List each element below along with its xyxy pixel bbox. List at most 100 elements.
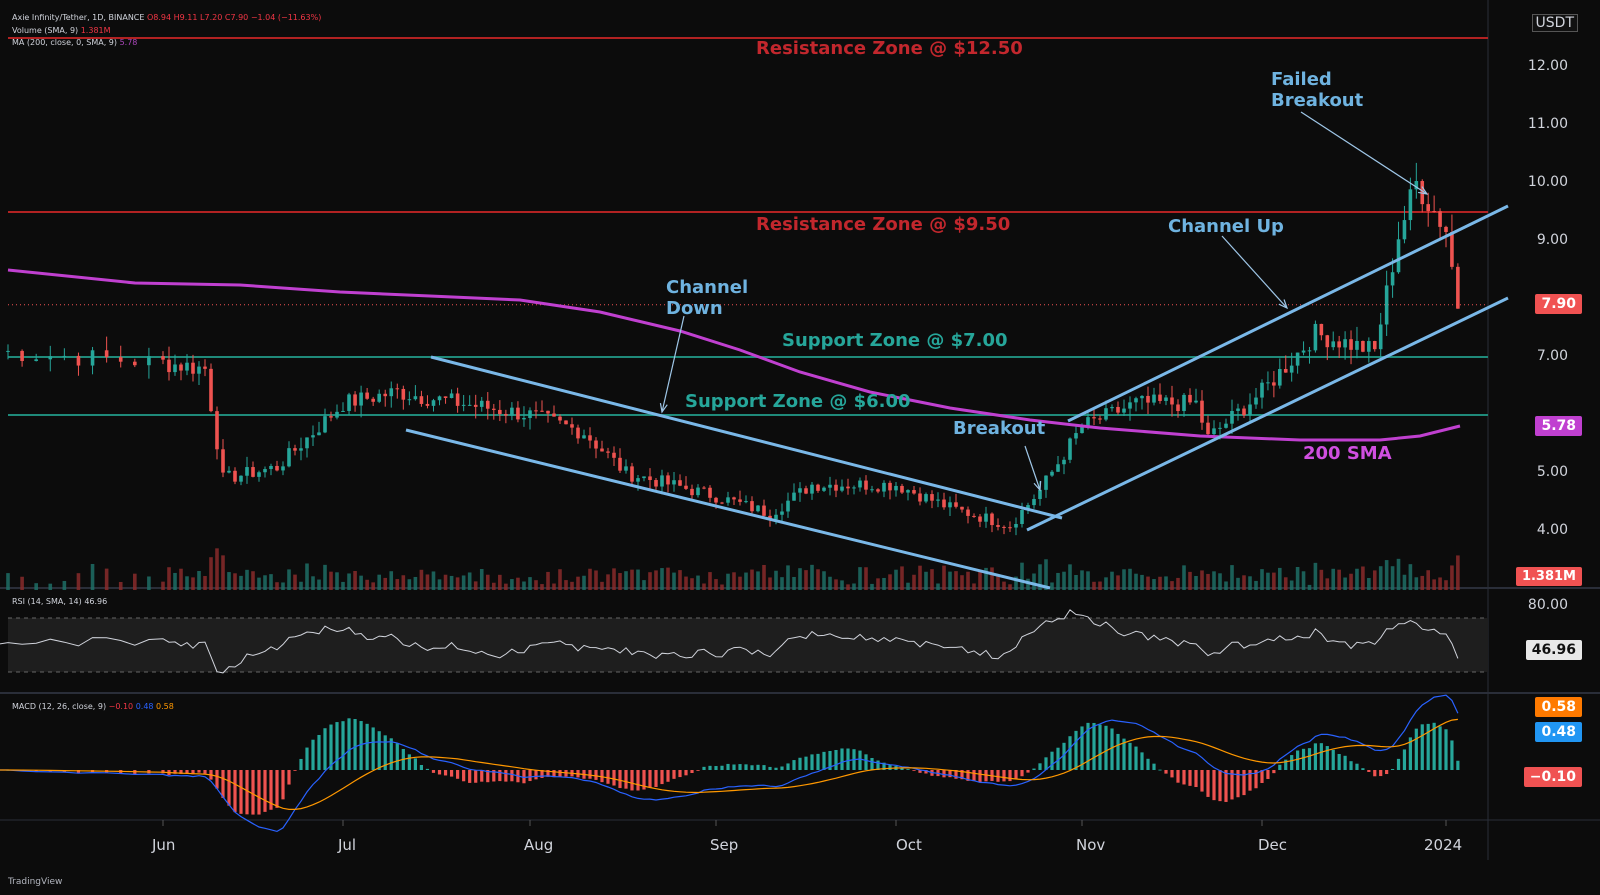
macd-legend-label: MACD (12, 26, close, 9) — [12, 702, 107, 711]
candle-body — [197, 366, 201, 374]
volume-bar — [492, 582, 496, 590]
candle-body — [672, 480, 676, 485]
macd-histogram-bar — [1396, 758, 1401, 770]
macd-histogram-bar — [245, 770, 249, 815]
macd-histogram-bar — [299, 758, 303, 770]
volume-bar — [1182, 565, 1186, 590]
volume-bar — [672, 572, 676, 590]
candle-body — [702, 487, 706, 489]
volume-bar — [1384, 560, 1389, 590]
macd-histogram-bar — [732, 764, 736, 770]
macd-histogram-bar — [197, 770, 201, 773]
price-tick: 11.00 — [1527, 116, 1568, 132]
volume-bar — [738, 576, 742, 590]
volume-bar — [834, 579, 838, 590]
volume-bar — [1432, 579, 1436, 590]
macd-histogram-bar — [948, 770, 952, 778]
candle-body — [6, 350, 10, 352]
candle-body — [540, 410, 544, 412]
volume-bar — [1200, 570, 1204, 590]
volume-bar — [1188, 571, 1192, 590]
volume-bar — [1140, 574, 1144, 590]
volume-bar — [167, 567, 171, 590]
macd-histogram-bar — [1402, 749, 1407, 770]
volume-bar — [461, 575, 466, 590]
volume-bar — [1325, 578, 1330, 590]
price-tick: 9.00 — [1536, 232, 1568, 248]
volume-bar — [666, 567, 670, 590]
time-tick: 2024 — [1424, 836, 1463, 854]
ma-legend: MA (200, close, 0, SMA, 9) 5.78 — [12, 38, 137, 47]
candle-body — [1272, 382, 1276, 386]
macd-histogram-bar — [612, 770, 616, 786]
last-price-label: 7.90 — [1535, 294, 1582, 314]
candle-body — [1152, 394, 1156, 403]
volume-bar — [732, 572, 736, 590]
candle-body — [185, 362, 189, 371]
candle-body — [1349, 339, 1353, 350]
volume-bar — [816, 569, 820, 590]
macd-histogram-bar — [1224, 770, 1228, 802]
candle-body — [990, 513, 994, 526]
failed-breakout-arrow — [1300, 111, 1428, 195]
volume-bar — [365, 579, 369, 590]
macd-histogram-bar — [768, 766, 772, 770]
volume-bar — [1420, 575, 1425, 590]
candle-body — [840, 486, 844, 491]
macd-histogram-bar — [1164, 770, 1168, 774]
failed-breakout-label: Failed Breakout — [1271, 69, 1364, 111]
volume-bar — [1032, 573, 1036, 590]
candle-body — [335, 411, 339, 418]
volume-bar — [311, 576, 315, 590]
candle-body — [798, 488, 802, 493]
time-tick: Jul — [338, 836, 357, 854]
macd-histogram-bar — [996, 770, 1000, 782]
macd-histogram-bar — [203, 770, 207, 774]
candle-body — [1254, 397, 1258, 405]
candle-body — [1032, 498, 1036, 506]
currency-unit[interactable]: USDT — [1531, 14, 1578, 32]
candle-body — [293, 448, 297, 451]
candle-body — [1378, 324, 1383, 350]
candle-body — [600, 448, 604, 452]
volume-bar — [1008, 584, 1012, 590]
volume-bar — [413, 576, 418, 590]
candle-body — [654, 480, 658, 487]
candle-body — [118, 357, 123, 362]
macd-histogram-bar — [846, 748, 850, 770]
volume-bar — [203, 576, 207, 590]
macd-histogram-bar — [858, 750, 862, 770]
candle-body — [1278, 369, 1282, 386]
volume-bar — [942, 565, 946, 590]
volume-bar — [305, 563, 309, 590]
candle-body — [365, 392, 369, 399]
macd-histogram-bar — [678, 770, 682, 778]
candle-body — [732, 497, 736, 500]
candle-body — [984, 513, 988, 522]
candle-body — [1164, 397, 1168, 401]
volume-bar — [546, 571, 550, 590]
candle-body — [762, 505, 766, 516]
volume-bar — [594, 570, 598, 590]
volume-bar — [654, 570, 658, 590]
macd-histogram-bar — [1278, 764, 1282, 770]
candle-body — [546, 410, 550, 414]
candle-body — [1408, 189, 1413, 221]
candle-body — [1176, 404, 1180, 412]
macd-histogram-bar — [1110, 728, 1114, 770]
brand-logo[interactable]: TradingView — [8, 877, 62, 887]
candle-body — [1098, 418, 1102, 420]
volume-bar — [1372, 570, 1377, 590]
candle-body — [1444, 226, 1448, 233]
candle-body — [437, 396, 442, 401]
macd-histogram-bar — [774, 767, 778, 770]
macd-histogram-bar — [840, 748, 844, 770]
macd-histogram-bar — [287, 770, 291, 785]
candle-body — [516, 407, 520, 420]
volume-bar — [996, 576, 1000, 590]
candle-body — [828, 484, 832, 488]
macd-histogram-bar — [275, 770, 279, 808]
macd-histogram-bar — [864, 754, 868, 770]
candle-body — [1402, 220, 1407, 240]
macd-histogram-bar — [233, 770, 237, 813]
